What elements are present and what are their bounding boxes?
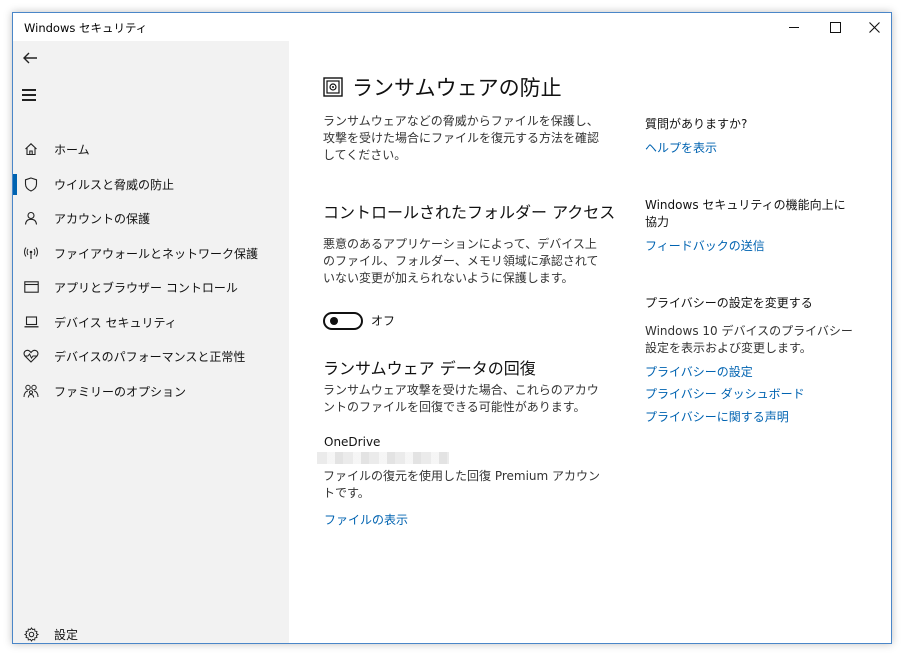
hamburger-icon-line <box>22 99 36 101</box>
sidebar-item-account-protection[interactable]: アカウントの保護 <box>13 201 289 235</box>
privacy-statement-link[interactable]: プライバシーに関する声明 <box>645 408 789 425</box>
help-heading: 質問がありますか? <box>645 117 748 131</box>
sidebar-item-firewall[interactable]: ファイアウォールとネットワーク保護 <box>13 236 289 270</box>
sidebar-item-label: ウイルスと脅威の防止 <box>54 177 175 192</box>
hamburger-icon <box>22 89 36 91</box>
minimize-icon <box>789 26 799 28</box>
laptop-icon <box>23 314 39 330</box>
privacy-settings-link[interactable]: プライバシーの設定 <box>645 363 753 380</box>
sidebar-item-app-browser-control[interactable]: アプリとブラウザー コントロール <box>13 270 289 304</box>
toggle-knob <box>330 317 338 325</box>
sidebar-item-device-security[interactable]: デバイス セキュリティ <box>13 305 289 339</box>
recovery-description: ランサムウェア攻撃を受けた場合、これらのアカウントのファイルを回復できる可能性が… <box>323 383 599 414</box>
close-button[interactable] <box>853 13 895 41</box>
feedback-link[interactable]: フィードバックの送信 <box>645 237 765 254</box>
sidebar-item-label: デバイス セキュリティ <box>54 315 177 330</box>
page-title: ランサムウェアの防止 <box>352 76 562 100</box>
maximize-icon <box>829 21 841 33</box>
privacy-description: Windows 10 デバイスのプライバシー設定を表示および変更します。 <box>645 324 853 355</box>
minimize-button[interactable] <box>773 13 815 41</box>
antenna-icon <box>23 245 39 261</box>
sidebar-item-virus-protection[interactable]: ウイルスと脅威の防止 <box>13 167 289 201</box>
home-icon <box>23 141 39 157</box>
title-bar: Windows セキュリティ <box>13 13 891 41</box>
sidebar-item-label: アカウントの保護 <box>54 211 151 226</box>
heart-pulse-icon <box>23 348 39 364</box>
help-link[interactable]: ヘルプを表示 <box>645 139 717 156</box>
privacy-heading: プライバシーの設定を変更する <box>645 296 813 310</box>
sidebar-item-family-options[interactable]: ファミリーのオプション <box>13 374 289 408</box>
main-content: ランサムウェアの防止 ランサムウェアなどの脅威からファイルを保護し、攻撃を受けた… <box>289 41 891 643</box>
intro-description: ランサムウェアなどの脅威からファイルを保護し、攻撃を受けた場合にファイルを復元す… <box>323 114 600 162</box>
back-button[interactable] <box>22 50 42 70</box>
close-icon <box>868 21 880 33</box>
window-title: Windows セキュリティ <box>24 21 148 35</box>
view-files-link[interactable]: ファイルの表示 <box>324 511 408 528</box>
cfa-heading: コントロールされたフォルダー アクセス <box>323 203 616 222</box>
shield-icon <box>23 176 39 192</box>
account-name: OneDrive <box>324 435 381 449</box>
hamburger-icon-line <box>22 94 36 96</box>
gear-icon <box>23 626 39 642</box>
hamburger-menu-button[interactable] <box>22 89 40 103</box>
sidebar-item-label: アプリとブラウザー コントロール <box>54 280 238 295</box>
sidebar-item-label: ファイアウォールとネットワーク保護 <box>54 246 259 261</box>
family-icon <box>23 383 39 399</box>
sidebar: ホーム ウイルスと脅威の防止 アカウントの保護 ファイアウォールとネットワーク保… <box>13 41 289 643</box>
maximize-button[interactable] <box>814 13 856 41</box>
browser-window-icon <box>23 279 39 295</box>
sidebar-item-label: デバイスのパフォーマンスと正常性 <box>54 349 246 364</box>
sidebar-item-label: ファミリーのオプション <box>54 384 187 399</box>
back-arrow-icon <box>23 52 37 64</box>
cfa-description: 悪意のあるアプリケーションによって、デバイス上のファイル、フォルダー、メモリ領域… <box>323 237 599 285</box>
recovery-heading: ランサムウェア データの回復 <box>323 359 536 378</box>
sidebar-item-settings[interactable]: 設定 <box>13 617 289 651</box>
redacted-account-email <box>317 452 449 464</box>
cfa-toggle-label: オフ <box>371 314 396 328</box>
app-window: Windows セキュリティ ホーム ウイルスと脅威の防止 アカウントの保護 フ… <box>12 12 892 644</box>
sidebar-item-device-health[interactable]: デバイスのパフォーマンスと正常性 <box>13 339 289 373</box>
ransomware-protection-icon <box>323 77 343 97</box>
sidebar-item-home[interactable]: ホーム <box>13 132 289 166</box>
cfa-toggle[interactable] <box>323 312 363 330</box>
sidebar-item-label: 設定 <box>54 627 79 642</box>
person-icon <box>23 210 39 226</box>
privacy-dashboard-link[interactable]: プライバシー ダッシュボード <box>645 385 805 402</box>
account-description: ファイルの復元を使用した回復 Premium アカウントです。 <box>323 469 601 500</box>
sidebar-item-label: ホーム <box>54 142 90 157</box>
feedback-heading: Windows セキュリティの機能向上に協力 <box>645 198 846 229</box>
